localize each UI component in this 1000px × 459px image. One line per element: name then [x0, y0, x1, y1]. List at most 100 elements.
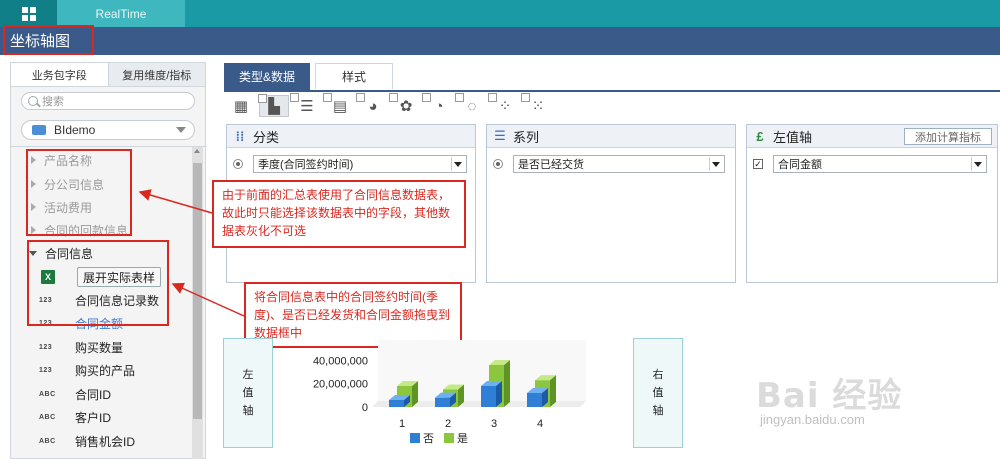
title-highlight-box [3, 25, 94, 55]
x-tick-label: 2 [445, 418, 451, 430]
scrollbar[interactable] [192, 147, 203, 459]
axis-char: 值 [242, 387, 254, 399]
legend-label: 否 [423, 433, 434, 445]
legend-label: 是 [457, 432, 468, 445]
y-tick-label: 20,000,000 [313, 379, 368, 391]
series-value: 是否已经交货 [518, 159, 584, 171]
right-axis-drop-zone[interactable]: 右 值 轴 [633, 338, 683, 448]
top-bar: RealTime [0, 0, 1000, 27]
greyed-tables-highlight [26, 149, 132, 236]
left-axis-box[interactable]: £ 左值轴 添加计算指标 ✓ 合同金额 [746, 124, 998, 283]
left-axis-row: ✓ 合同金额 [753, 154, 987, 174]
x-tick-label: 3 [491, 418, 497, 430]
chevron-down-icon [454, 162, 462, 167]
stacked-bar-icon[interactable]: ▤ [323, 93, 355, 117]
series-row: 是否已经交货 [493, 154, 725, 174]
left-axis-header: £ 左值轴 添加计算指标 [747, 125, 997, 148]
bar-series-no [481, 386, 496, 407]
field-label: 销售机会ID [75, 434, 136, 449]
chart-type-toolbar: ▦ ▙ ☰ ▤ ◕ ✿ ◔ ◌ ⁘ ⁙ [226, 93, 556, 118]
category-title: 分类 [253, 129, 280, 145]
pound-icon: £ [756, 128, 764, 144]
field-item[interactable]: ABC 销售机会ID [39, 431, 135, 451]
category-row: 季度(合同签约时间) [233, 154, 467, 174]
numeric-type-icon: 123 [39, 343, 53, 351]
x-tick-label: 1 [399, 418, 405, 430]
series-box[interactable]: ☰ 系列 是否已经交货 [486, 124, 736, 283]
series-title: 系列 [513, 129, 540, 145]
field-label: 购买的产品 [75, 363, 136, 378]
x-tick-label: 4 [537, 418, 543, 430]
text-type-icon: ABC [39, 413, 56, 421]
bar-series-no [527, 393, 542, 407]
table-icon[interactable]: ▦ [226, 95, 256, 117]
search-input[interactable]: 搜索 [21, 92, 195, 110]
category-value: 季度(合同签约时间) [258, 159, 354, 171]
series-header: ☰ 系列 [487, 125, 735, 148]
horizontal-bar-icon[interactable]: ☰ [290, 93, 322, 117]
map-icon[interactable]: ✿ [389, 93, 421, 117]
y-tick-label: 40,000,000 [313, 355, 368, 367]
main-tabs: 类型&数据 样式 [224, 63, 393, 90]
field-panel-tabs: 业务包字段 复用维度/指标 [11, 63, 205, 87]
title-bar: 坐标轴图 [0, 27, 1000, 55]
chevron-down-icon [176, 127, 186, 133]
bar-series-yes-side [504, 360, 510, 407]
scroll-up-icon[interactable] [194, 149, 200, 153]
list-icon: ☰ [494, 128, 506, 143]
category-icon: ⁞⁞ [235, 128, 245, 144]
contract-fields-highlight [27, 240, 169, 326]
home-button[interactable] [0, 0, 57, 27]
tab-type-data[interactable]: 类型&数据 [224, 63, 310, 90]
field-label: 合同ID [75, 387, 112, 402]
bar-series-yes-side [550, 375, 556, 407]
pie-chart-icon[interactable]: ◕ [356, 93, 388, 117]
gauge-icon[interactable]: ◔ [422, 93, 454, 117]
scroll-thumb[interactable] [193, 163, 202, 419]
donut-icon[interactable]: ◌ [455, 93, 487, 117]
axis-char: 左 [242, 369, 254, 381]
watermark-url: jingyan.baidu.com [760, 412, 865, 427]
y-tick-label: 0 [362, 402, 368, 414]
tab-underline [224, 90, 1000, 92]
category-radio[interactable] [233, 159, 243, 169]
grid-icon [21, 6, 36, 21]
bubble-icon[interactable]: ⁘ [488, 93, 520, 117]
tab-business-fields[interactable]: 业务包字段 [11, 63, 108, 86]
series-select[interactable]: 是否已经交货 [513, 155, 725, 173]
package-select[interactable]: BIdemo [21, 120, 195, 140]
tab-realtime[interactable]: RealTime [57, 0, 185, 27]
category-header: ⁞⁞ 分类 [227, 125, 475, 148]
field-item[interactable]: ABC 合同ID [39, 384, 111, 404]
left-axis-checkbox[interactable]: ✓ [753, 159, 763, 169]
search-placeholder: 搜索 [42, 96, 64, 108]
left-axis-select[interactable]: 合同金额 [773, 155, 987, 173]
axis-char: 轴 [652, 405, 664, 417]
numeric-type-icon: 123 [39, 366, 53, 374]
scatter-icon[interactable]: ⁙ [521, 93, 553, 117]
field-item[interactable]: 123 购买的产品 [39, 360, 135, 380]
series-radio[interactable] [493, 159, 503, 169]
bar-series-no [435, 397, 450, 407]
tab-reuse-dimensions[interactable]: 复用维度/指标 [107, 63, 205, 86]
folder-icon [32, 125, 46, 135]
field-item[interactable]: 123 购买数量 [39, 337, 123, 357]
tab-style[interactable]: 样式 [315, 63, 393, 89]
field-item[interactable]: ABC 客户ID [39, 407, 111, 427]
field-label: 购买数量 [75, 340, 124, 355]
legend-swatch [410, 433, 420, 443]
bar-chart-icon[interactable]: ▙ [258, 94, 289, 117]
chevron-down-icon [712, 162, 720, 167]
search-icon [28, 96, 38, 106]
left-axis-value: 合同金额 [778, 159, 822, 171]
package-name: BIdemo [54, 123, 96, 137]
text-type-icon: ABC [39, 390, 56, 398]
left-axis-title: 左值轴 [773, 129, 813, 145]
baidu-watermark: Bai 经验 jingyan.baidu.com [756, 368, 992, 434]
add-calc-metric-button[interactable]: 添加计算指标 [904, 128, 992, 145]
divider [11, 146, 207, 147]
watermark-logo: Bai 经验 [756, 376, 903, 416]
annotation-callout-1: 由于前面的汇总表使用了合同信息数据表，故此时只能选择该数据表中的字段，其他数据表… [212, 180, 466, 248]
left-axis-drop-zone[interactable]: 左 值 轴 [223, 338, 273, 448]
category-select[interactable]: 季度(合同签约时间) [253, 155, 467, 173]
